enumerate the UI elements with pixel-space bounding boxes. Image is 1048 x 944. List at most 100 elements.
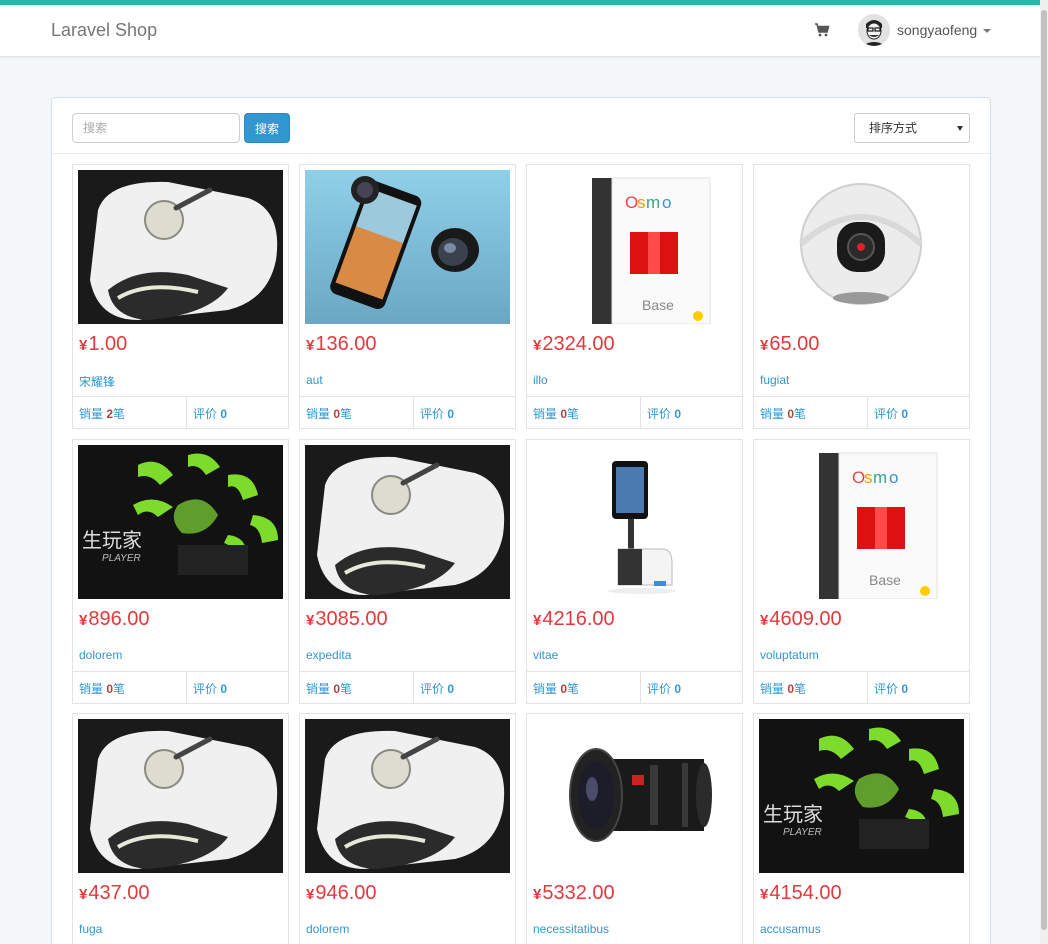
sold-count: 销量 0笔 (760, 680, 806, 697)
product-price: ¥896.00 (79, 608, 150, 631)
sold-suffix: 笔 (340, 682, 353, 696)
product-title-link[interactable]: vitae (533, 648, 558, 662)
product-card[interactable]: ¥437.00 fuga 销量 0笔 评价 0 (72, 713, 289, 944)
product-title-link[interactable]: voluptatum (760, 648, 819, 662)
product-card[interactable]: O s m o Base ¥2324.00 illo 销量 0笔 评价 0 (526, 164, 743, 429)
review-number: 0 (447, 682, 455, 696)
review-label: 评价 (420, 682, 445, 696)
cart-icon[interactable] (814, 22, 830, 38)
sort-select[interactable]: 排序方式 (854, 113, 970, 143)
page-scrollbar-thumb[interactable] (1041, 10, 1047, 930)
user-avatar[interactable] (858, 14, 890, 46)
search-input[interactable] (72, 113, 240, 143)
product-price: ¥2324.00 (533, 333, 615, 356)
svg-text:o: o (889, 468, 898, 487)
product-title-link[interactable]: aut (306, 373, 323, 387)
review-count: 评价 0 (647, 405, 681, 422)
product-card[interactable]: O s m o Base ¥4609.00 voluptatum 销量 0笔 评… (753, 439, 970, 704)
sold-count: 销量 0笔 (79, 680, 125, 697)
price-value: 1.00 (88, 333, 128, 355)
product-image-camera-lens[interactable] (532, 719, 737, 873)
product-card[interactable]: ¥65.00 fugiat 销量 0笔 评价 0 (753, 164, 970, 429)
svg-text:s: s (637, 193, 646, 212)
currency-symbol: ¥ (533, 886, 542, 903)
product-image-white-remote[interactable] (78, 719, 283, 873)
svg-text:o: o (662, 193, 671, 212)
product-card[interactable]: ¥4216.00 vitae 销量 0笔 评价 0 (526, 439, 743, 704)
product-image-white-remote[interactable] (78, 170, 283, 324)
stats-divider (413, 397, 414, 429)
product-stats: 销量 0 笔 评价 0 (300, 671, 515, 704)
svg-text:m: m (873, 468, 887, 487)
chevron-down-icon[interactable] (983, 29, 991, 33)
product-price: ¥4154.00 (760, 882, 842, 905)
product-card[interactable]: ¥946.00 dolorem 销量 0笔 评价 0 (299, 713, 516, 944)
product-card[interactable]: 生玩家 PLAYER ¥896.00 dolorem 销量 0笔 评价 0 (72, 439, 289, 704)
currency-symbol: ¥ (79, 886, 88, 903)
sold-suffix: 笔 (340, 407, 353, 421)
product-card[interactable]: 生玩家 PLAYER ¥4154.00 accusamus 销量 0笔 评价 0 (753, 713, 970, 944)
price-value: 2324.00 (542, 333, 615, 355)
price-value: 65.00 (769, 333, 820, 355)
review-label: 评价 (647, 407, 672, 421)
product-image-osmo-box[interactable]: O s m o Base (532, 170, 737, 324)
sold-suffix: 笔 (567, 407, 580, 421)
product-title-link[interactable]: fuga (79, 922, 102, 936)
product-image-ipad-stand[interactable] (532, 445, 737, 599)
product-image-green-drone[interactable]: 生玩家 PLAYER (78, 445, 283, 599)
product-image-white-remote[interactable] (305, 719, 510, 873)
review-label: 评价 (193, 682, 218, 696)
product-title-link[interactable]: illo (533, 373, 548, 387)
product-title-link[interactable]: 宋耀锋 (79, 373, 115, 390)
svg-text:Base: Base (642, 297, 674, 313)
review-number: 0 (220, 682, 228, 696)
product-card[interactable]: ¥136.00 aut 销量 0笔 评价 0 (299, 164, 516, 429)
user-menu-toggle[interactable]: songyaofeng (897, 22, 977, 38)
product-card[interactable]: ¥1.00 宋耀锋 销量 2笔 评价 0 (72, 164, 289, 429)
review-number: 0 (447, 407, 455, 421)
sold-suffix: 笔 (794, 682, 807, 696)
product-stats: 销量 2笔 评价 0 (73, 396, 288, 429)
product-price: ¥136.00 (306, 333, 377, 356)
review-number: 0 (901, 682, 909, 696)
product-title-link[interactable]: dolorem (79, 648, 122, 662)
sold-count: 销量 0笔 (533, 405, 579, 422)
review-count: 评价 0 (647, 680, 681, 697)
product-card[interactable]: ¥5332.00 necessitatibus 销量 0笔 评价 0 (526, 713, 743, 944)
sold-label: 销量 (533, 407, 558, 421)
sold-label: 销量 (760, 407, 785, 421)
product-title-link[interactable]: necessitatibus (533, 922, 609, 936)
price-value: 5332.00 (542, 882, 615, 904)
search-button[interactable]: 搜索 (244, 113, 290, 143)
product-title-link[interactable]: accusamus (760, 922, 821, 936)
sold-label: 销量 (306, 407, 331, 421)
sold-label: 销量 (306, 682, 331, 696)
review-number: 0 (674, 682, 682, 696)
filter-bar: 搜索 排序方式 (52, 98, 990, 154)
product-stats: 销量 0笔 评价 0 (527, 396, 742, 429)
review-count: 评价 0 (420, 680, 454, 697)
product-stats: 销量 0笔 评价 0 (73, 671, 288, 704)
product-title-link[interactable]: dolorem (306, 922, 349, 936)
brand-link[interactable]: Laravel Shop (51, 20, 157, 41)
product-price: ¥5332.00 (533, 882, 615, 905)
product-image-white-remote[interactable] (305, 445, 510, 599)
svg-text:生玩家: 生玩家 (82, 528, 142, 552)
product-image-green-drone[interactable]: 生玩家 PLAYER (759, 719, 964, 873)
product-image-phone-lens[interactable] (305, 170, 510, 324)
currency-symbol: ¥ (306, 337, 315, 354)
price-value: 896.00 (88, 608, 150, 630)
product-title-link[interactable]: expedita (306, 648, 351, 662)
sold-count: 销量 0笔 (306, 405, 352, 422)
product-image-osmo-box[interactable]: O s m o Base (759, 445, 964, 599)
currency-symbol: ¥ (533, 337, 542, 354)
product-image-360-camera[interactable] (759, 170, 964, 324)
price-value: 946.00 (315, 882, 377, 904)
product-price: ¥1.00 (79, 333, 127, 356)
price-value: 4609.00 (769, 608, 842, 630)
sold-label: 销量 (79, 682, 104, 696)
product-card[interactable]: ¥3085.00 expedita 销量 0笔 评价 0 (299, 439, 516, 704)
product-price: ¥65.00 (760, 333, 819, 356)
price-value: 4154.00 (769, 882, 842, 904)
product-title-link[interactable]: fugiat (760, 373, 789, 387)
